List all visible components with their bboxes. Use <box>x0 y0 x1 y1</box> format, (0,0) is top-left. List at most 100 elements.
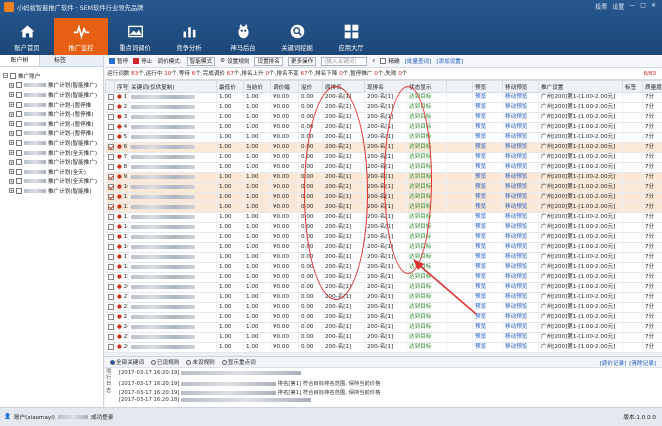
pause-button[interactable]: 暂停 <box>109 57 128 65</box>
preview-link[interactable]: 预览 <box>472 102 503 113</box>
filter-all[interactable]: 全部关键词 <box>110 358 144 366</box>
promotion-setting[interactable]: 广州[200]第1-[1.00-2.00元] <box>538 322 623 333</box>
tree-node[interactable]: + 推广计划(智能推广) <box>3 81 100 91</box>
row-checkbox[interactable] <box>107 293 114 300</box>
table-row[interactable]: ● 161.001.00¥0.000.00200-名[1]200-名[1]达到目… <box>105 242 662 253</box>
column-header[interactable]: 溢价 <box>298 80 323 93</box>
mobile-preview-link[interactable]: 移动预览 <box>502 212 539 223</box>
mobile-preview-link[interactable]: 移动预览 <box>502 322 539 333</box>
tree-root[interactable]: − 推广账户 <box>3 71 100 81</box>
preview-link[interactable]: 预览 <box>472 332 503 343</box>
promotion-setting[interactable]: 广州[200]第1-[1.00-2.00元] <box>538 312 623 323</box>
mobile-preview-link[interactable]: 移动预览 <box>502 272 539 283</box>
keyword-cell[interactable] <box>128 262 217 273</box>
column-header[interactable]: 预览 <box>472 80 503 93</box>
mobile-preview-link[interactable]: 移动预览 <box>502 262 539 273</box>
filter-ruled[interactable]: 已设规则 <box>150 358 179 366</box>
tree-checkbox[interactable] <box>16 159 22 166</box>
mobile-preview-link[interactable]: 移动预览 <box>502 102 539 113</box>
promotion-setting[interactable]: 广州[200]第1-[1.00-2.00元] <box>538 112 623 123</box>
nav-competition[interactable]: 竞争分析 <box>162 18 216 55</box>
tree-node[interactable]: + 推广计划-(暂停推 <box>3 100 100 110</box>
tree-checkbox[interactable] <box>16 120 22 127</box>
mobile-preview-link[interactable]: 移动预览 <box>502 252 539 263</box>
expand-icon[interactable]: + <box>9 121 14 127</box>
tree-node[interactable]: + 推广计划(智能推广) <box>3 138 100 148</box>
preview-link[interactable]: 预览 <box>472 172 503 183</box>
mobile-preview-link[interactable]: 移动预览 <box>502 202 539 213</box>
mobile-preview-link[interactable]: 移动预览 <box>502 92 539 103</box>
keyword-cell[interactable] <box>128 282 217 293</box>
mobile-preview-link[interactable]: 移动预览 <box>502 242 539 253</box>
keyword-cell[interactable] <box>128 342 217 353</box>
mobile-preview-link[interactable]: 移动预览 <box>502 292 539 303</box>
maximize-button[interactable]: □ <box>640 2 646 11</box>
row-checkbox[interactable] <box>107 263 114 270</box>
tree-node[interactable]: + 推广计划-(暂停推) <box>3 119 100 129</box>
nav-apps[interactable]: 应用大厅 <box>324 18 378 55</box>
promotion-setting[interactable]: 广州[200]第1-[1.00-2.00元] <box>538 272 623 283</box>
tree-node[interactable]: + 推广计划(智能推广) <box>3 90 100 100</box>
mobile-preview-link[interactable]: 移动预览 <box>502 232 539 243</box>
table-row[interactable]: ● 141.001.00¥0.000.00200-名[1]200-名[1]达到目… <box>105 222 662 233</box>
promotion-setting[interactable]: 广州[200]第1-[1.00-2.00元] <box>538 342 623 353</box>
keyword-cell[interactable] <box>128 242 217 253</box>
promotion-setting[interactable]: 广州[200]第1-[1.00-2.00元] <box>538 252 623 263</box>
row-checkbox[interactable] <box>107 203 114 210</box>
mobile-preview-link[interactable]: 移动预览 <box>502 132 539 143</box>
vote-link[interactable]: 投票 <box>595 2 607 11</box>
promotion-setting[interactable]: 广州[200]第1-[1.00-2.00元] <box>538 282 623 293</box>
stop-button[interactable]: 停止 <box>133 57 152 65</box>
table-row[interactable]: ● 171.001.00¥0.000.00200-名[1]200-名[1]达到目… <box>105 252 662 263</box>
keyword-cell[interactable] <box>128 222 217 233</box>
tree-node[interactable]: + 推广计划(全天推广) <box>3 148 100 158</box>
keyword-cell[interactable] <box>128 292 217 303</box>
tree-checkbox[interactable] <box>16 130 22 137</box>
preview-link[interactable]: 预览 <box>472 122 503 133</box>
expand-icon[interactable]: + <box>9 178 14 184</box>
tree-node[interactable]: + 推广计划(智能推广) <box>3 157 100 167</box>
table-row[interactable]: ● 121.001.00¥0.000.00200-名[1]200-名[1]达到目… <box>105 202 662 213</box>
mobile-preview-link[interactable]: 移动预览 <box>502 332 539 343</box>
mobile-preview-link[interactable]: 移动预览 <box>502 162 539 173</box>
expand-icon[interactable]: + <box>9 140 14 146</box>
preview-link[interactable]: 预览 <box>472 242 503 253</box>
bid-history-link[interactable]: [调价记录] <box>600 359 627 367</box>
promotion-setting[interactable]: 广州[200]第1-[1.00-2.00元] <box>538 232 623 243</box>
table-row[interactable]: ● 131.001.00¥0.000.00200-名[1]200-名[1]达到目… <box>105 212 662 223</box>
promotion-setting[interactable]: 广州[200]第1-[1.00-2.00元] <box>538 292 623 303</box>
preview-link[interactable]: 预览 <box>472 232 503 243</box>
preview-link[interactable]: 预览 <box>472 342 503 353</box>
row-checkbox[interactable] <box>107 313 114 320</box>
expand-icon[interactable]: + <box>9 111 14 117</box>
table-row[interactable]: ● 181.001.00¥0.000.00200-名[1]200-名[1]达到目… <box>105 262 662 273</box>
tree-checkbox[interactable] <box>16 168 22 175</box>
exact-checkbox[interactable]: 精确 <box>380 57 400 65</box>
batch-query-link[interactable]: [批量查词] <box>405 57 432 65</box>
tree-checkbox[interactable] <box>16 101 22 108</box>
keyword-cell[interactable] <box>128 322 217 333</box>
keyword-cell[interactable] <box>128 252 217 263</box>
promotion-setting[interactable]: 广州[200]第1-[1.00-2.00元] <box>538 92 623 103</box>
tree-node[interactable]: + 推广计划-(暂停推) <box>3 129 100 139</box>
row-checkbox[interactable] <box>107 123 114 130</box>
tab-tags[interactable]: 标签 <box>40 55 80 66</box>
tree-checkbox[interactable] <box>16 111 22 118</box>
keyword-cell[interactable] <box>128 302 217 313</box>
mobile-preview-link[interactable]: 移动预览 <box>502 312 539 323</box>
table-row[interactable]: ● 5 1.00 1.00 ¥0.00 0.00 200-名[1] 200-名[1] 达到目标… <box>105 132 662 143</box>
preview-link[interactable]: 预览 <box>472 322 503 333</box>
row-checkbox[interactable] <box>107 93 114 100</box>
nav-monitor[interactable]: 推广监控 <box>54 18 108 55</box>
keyword-cell[interactable] <box>128 312 217 323</box>
row-checkbox[interactable] <box>107 193 114 200</box>
promotion-setting[interactable]: 广州[200]第1-[1.00-2.00元] <box>538 212 623 223</box>
row-checkbox[interactable] <box>107 143 114 150</box>
preview-link[interactable]: 预览 <box>472 162 503 173</box>
mobile-preview-link[interactable]: 移动预览 <box>502 122 539 133</box>
row-checkbox[interactable] <box>107 343 114 350</box>
promotion-setting[interactable]: 广州[200]第1-[1.00-2.00元] <box>538 142 623 153</box>
expand-icon[interactable]: + <box>9 169 14 175</box>
tree-node[interactable]: + 推广计划(全天推广) <box>3 177 100 187</box>
tree-node[interactable]: + 推广计划-(暂停推) <box>3 109 100 119</box>
